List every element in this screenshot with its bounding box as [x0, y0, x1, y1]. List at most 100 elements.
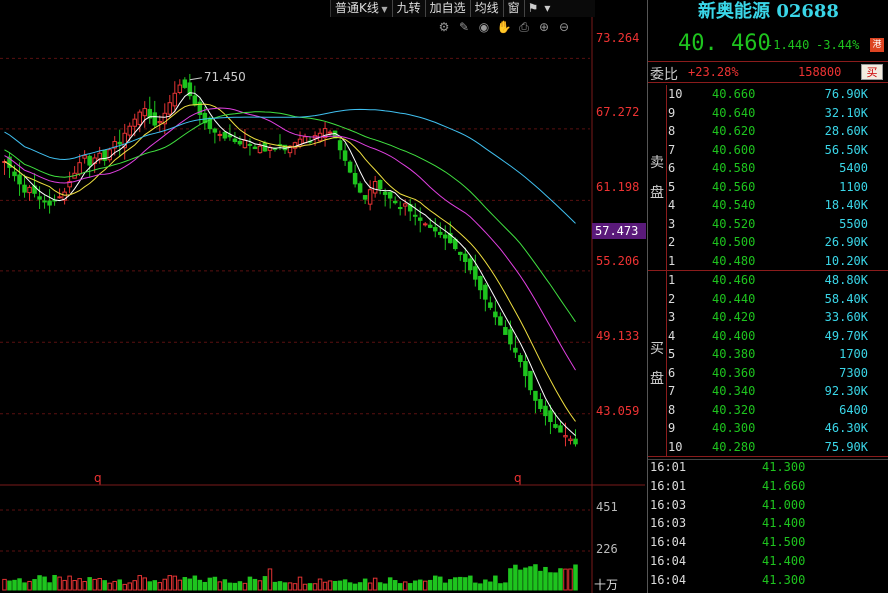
- ask-row[interactable]: 1 40.480 10.20K: [668, 254, 888, 272]
- volume-bar: [312, 583, 318, 591]
- hk-market-badge: 港: [870, 38, 884, 52]
- volume-bar: [82, 581, 87, 591]
- ma5-line: [4, 92, 576, 436]
- volume-bar: [7, 580, 12, 591]
- candle-body: [488, 302, 493, 308]
- volume-bar: [142, 577, 148, 591]
- bid-row[interactable]: 3 40.420 33.60K: [668, 310, 888, 328]
- pen-icon[interactable]: ✎: [456, 20, 472, 35]
- volume-bar: [382, 583, 388, 591]
- candle-body: [117, 141, 122, 145]
- level: 6: [668, 161, 676, 175]
- volume-bar: [162, 578, 168, 591]
- tick-row: 16:03 41.000: [648, 498, 888, 517]
- level: 4: [668, 328, 676, 343]
- eye-icon[interactable]: ◉: [476, 20, 492, 35]
- ask-row[interactable]: 5 40.560 1100: [668, 180, 888, 198]
- level: 5: [668, 179, 676, 194]
- bid-row[interactable]: 1 40.460 48.80K: [668, 273, 888, 291]
- level: 3: [668, 310, 676, 324]
- volume: 32.10K: [824, 105, 868, 120]
- candle-body: [142, 108, 148, 117]
- candle-body: [237, 140, 243, 145]
- hand-icon[interactable]: ✋: [496, 20, 512, 35]
- add-watchlist-button[interactable]: 加自选: [426, 0, 471, 17]
- quote-summary: 40. 460 -1.440 -3.44% 港: [648, 31, 888, 57]
- volume-bar: [292, 583, 298, 591]
- volume-bar: [67, 575, 72, 591]
- zoom-out-icon[interactable]: ⊖: [556, 20, 572, 35]
- candle-body: [478, 275, 483, 291]
- candle-body: [412, 214, 418, 217]
- tick-price: 41.000: [762, 497, 806, 512]
- volume-bar: [347, 582, 353, 591]
- candle-body: [22, 184, 27, 193]
- volume-bar: [352, 583, 358, 591]
- volume-bar: [122, 583, 127, 591]
- price: 40.280: [712, 439, 756, 454]
- price-axis-label: 61.198: [596, 180, 640, 194]
- volume-bar: [217, 581, 223, 591]
- ask-row[interactable]: 10 40.660 76.90K: [668, 87, 888, 105]
- volume-bar: [297, 576, 303, 591]
- flag-icon[interactable]: ⚑: [525, 0, 542, 17]
- tick-list[interactable]: 16:01 41.300 16:01 41.660 16:03 41.000 16:03 41…: [648, 459, 888, 593]
- caret-down-icon[interactable]: ▾: [541, 0, 553, 17]
- bid-row[interactable]: 9 40.300 46.30K: [668, 421, 888, 439]
- jiuzhuan-button[interactable]: 九转: [393, 0, 426, 17]
- kline-chart-panel[interactable]: 71.450 q q 普通K线 九转 加自选 均线 窗 ⚑ ▾ ⚙ ✎ ◉ ✋ ⎙ …: [0, 0, 646, 593]
- ask-row[interactable]: 7 40.600 56.50K: [668, 143, 888, 161]
- bid-row[interactable]: 5 40.380 1700: [668, 347, 888, 365]
- candle-body: [37, 196, 42, 200]
- bid-book: 买 盘 1 40.460 48.80K 2 40.440 58.40K 3 40.420 33.…: [648, 271, 888, 457]
- volume-bar: [222, 579, 228, 591]
- bid-row[interactable]: 6 40.360 7300: [668, 366, 888, 384]
- candle-body: [493, 311, 498, 318]
- bid-row[interactable]: 8 40.320 6400: [668, 403, 888, 421]
- level: 9: [668, 421, 676, 435]
- kline-type-select[interactable]: 普通K线: [331, 0, 393, 17]
- zoom-in-icon[interactable]: ⊕: [536, 20, 552, 35]
- buy-button[interactable]: 买: [861, 64, 883, 80]
- ask-row[interactable]: 4 40.540 18.40K: [668, 198, 888, 216]
- volume-bar: [473, 582, 478, 591]
- ask-row[interactable]: 6 40.580 5400: [668, 161, 888, 179]
- window-button[interactable]: 窗: [504, 0, 525, 17]
- ask-row[interactable]: 2 40.500 26.90K: [668, 235, 888, 253]
- kline-chart[interactable]: 71.450 q q: [0, 0, 645, 593]
- bid-row[interactable]: 2 40.440 58.40K: [668, 292, 888, 310]
- print-icon[interactable]: ⎙: [516, 20, 532, 35]
- volume-bar: [12, 579, 17, 591]
- volume-bar: [57, 576, 62, 591]
- level: 10: [668, 439, 683, 454]
- candle-body: [127, 125, 132, 136]
- price: 40.540: [712, 198, 756, 212]
- settings-icon[interactable]: ⚙: [436, 20, 452, 35]
- bid-row[interactable]: 4 40.400 49.70K: [668, 329, 888, 347]
- price: 40.480: [712, 253, 756, 268]
- volume-bar: [453, 577, 458, 591]
- ask-row[interactable]: 3 40.520 5500: [668, 217, 888, 235]
- candle-body: [503, 327, 508, 335]
- volume-bar: [257, 580, 263, 591]
- tick-price: 41.400: [762, 554, 806, 568]
- candle-body: [483, 284, 488, 300]
- ask-row[interactable]: 9 40.640 32.10K: [668, 106, 888, 124]
- volume-bar: [407, 583, 413, 591]
- tick-row: 16:04 41.500: [648, 535, 888, 554]
- ma-lines-button[interactable]: 均线: [471, 0, 504, 17]
- level: 4: [668, 198, 676, 212]
- bid-row[interactable]: 7 40.340 92.30K: [668, 384, 888, 402]
- ask-book: 卖 盘 10 40.660 76.90K 9 40.640 32.10K 8 40.620 28…: [648, 85, 888, 271]
- volume-bar: [422, 580, 428, 591]
- price: 40.580: [712, 161, 756, 175]
- volume: 92.30K: [824, 384, 868, 398]
- ask-row[interactable]: 8 40.620 28.60K: [668, 124, 888, 142]
- tick-price: 41.500: [762, 535, 806, 550]
- volume-bar: [177, 579, 183, 591]
- level: 2: [668, 235, 676, 249]
- candle-body: [12, 171, 17, 177]
- level: 7: [668, 384, 676, 398]
- candle-body: [538, 399, 543, 410]
- bid-row[interactable]: 10 40.280 75.90K: [668, 440, 888, 458]
